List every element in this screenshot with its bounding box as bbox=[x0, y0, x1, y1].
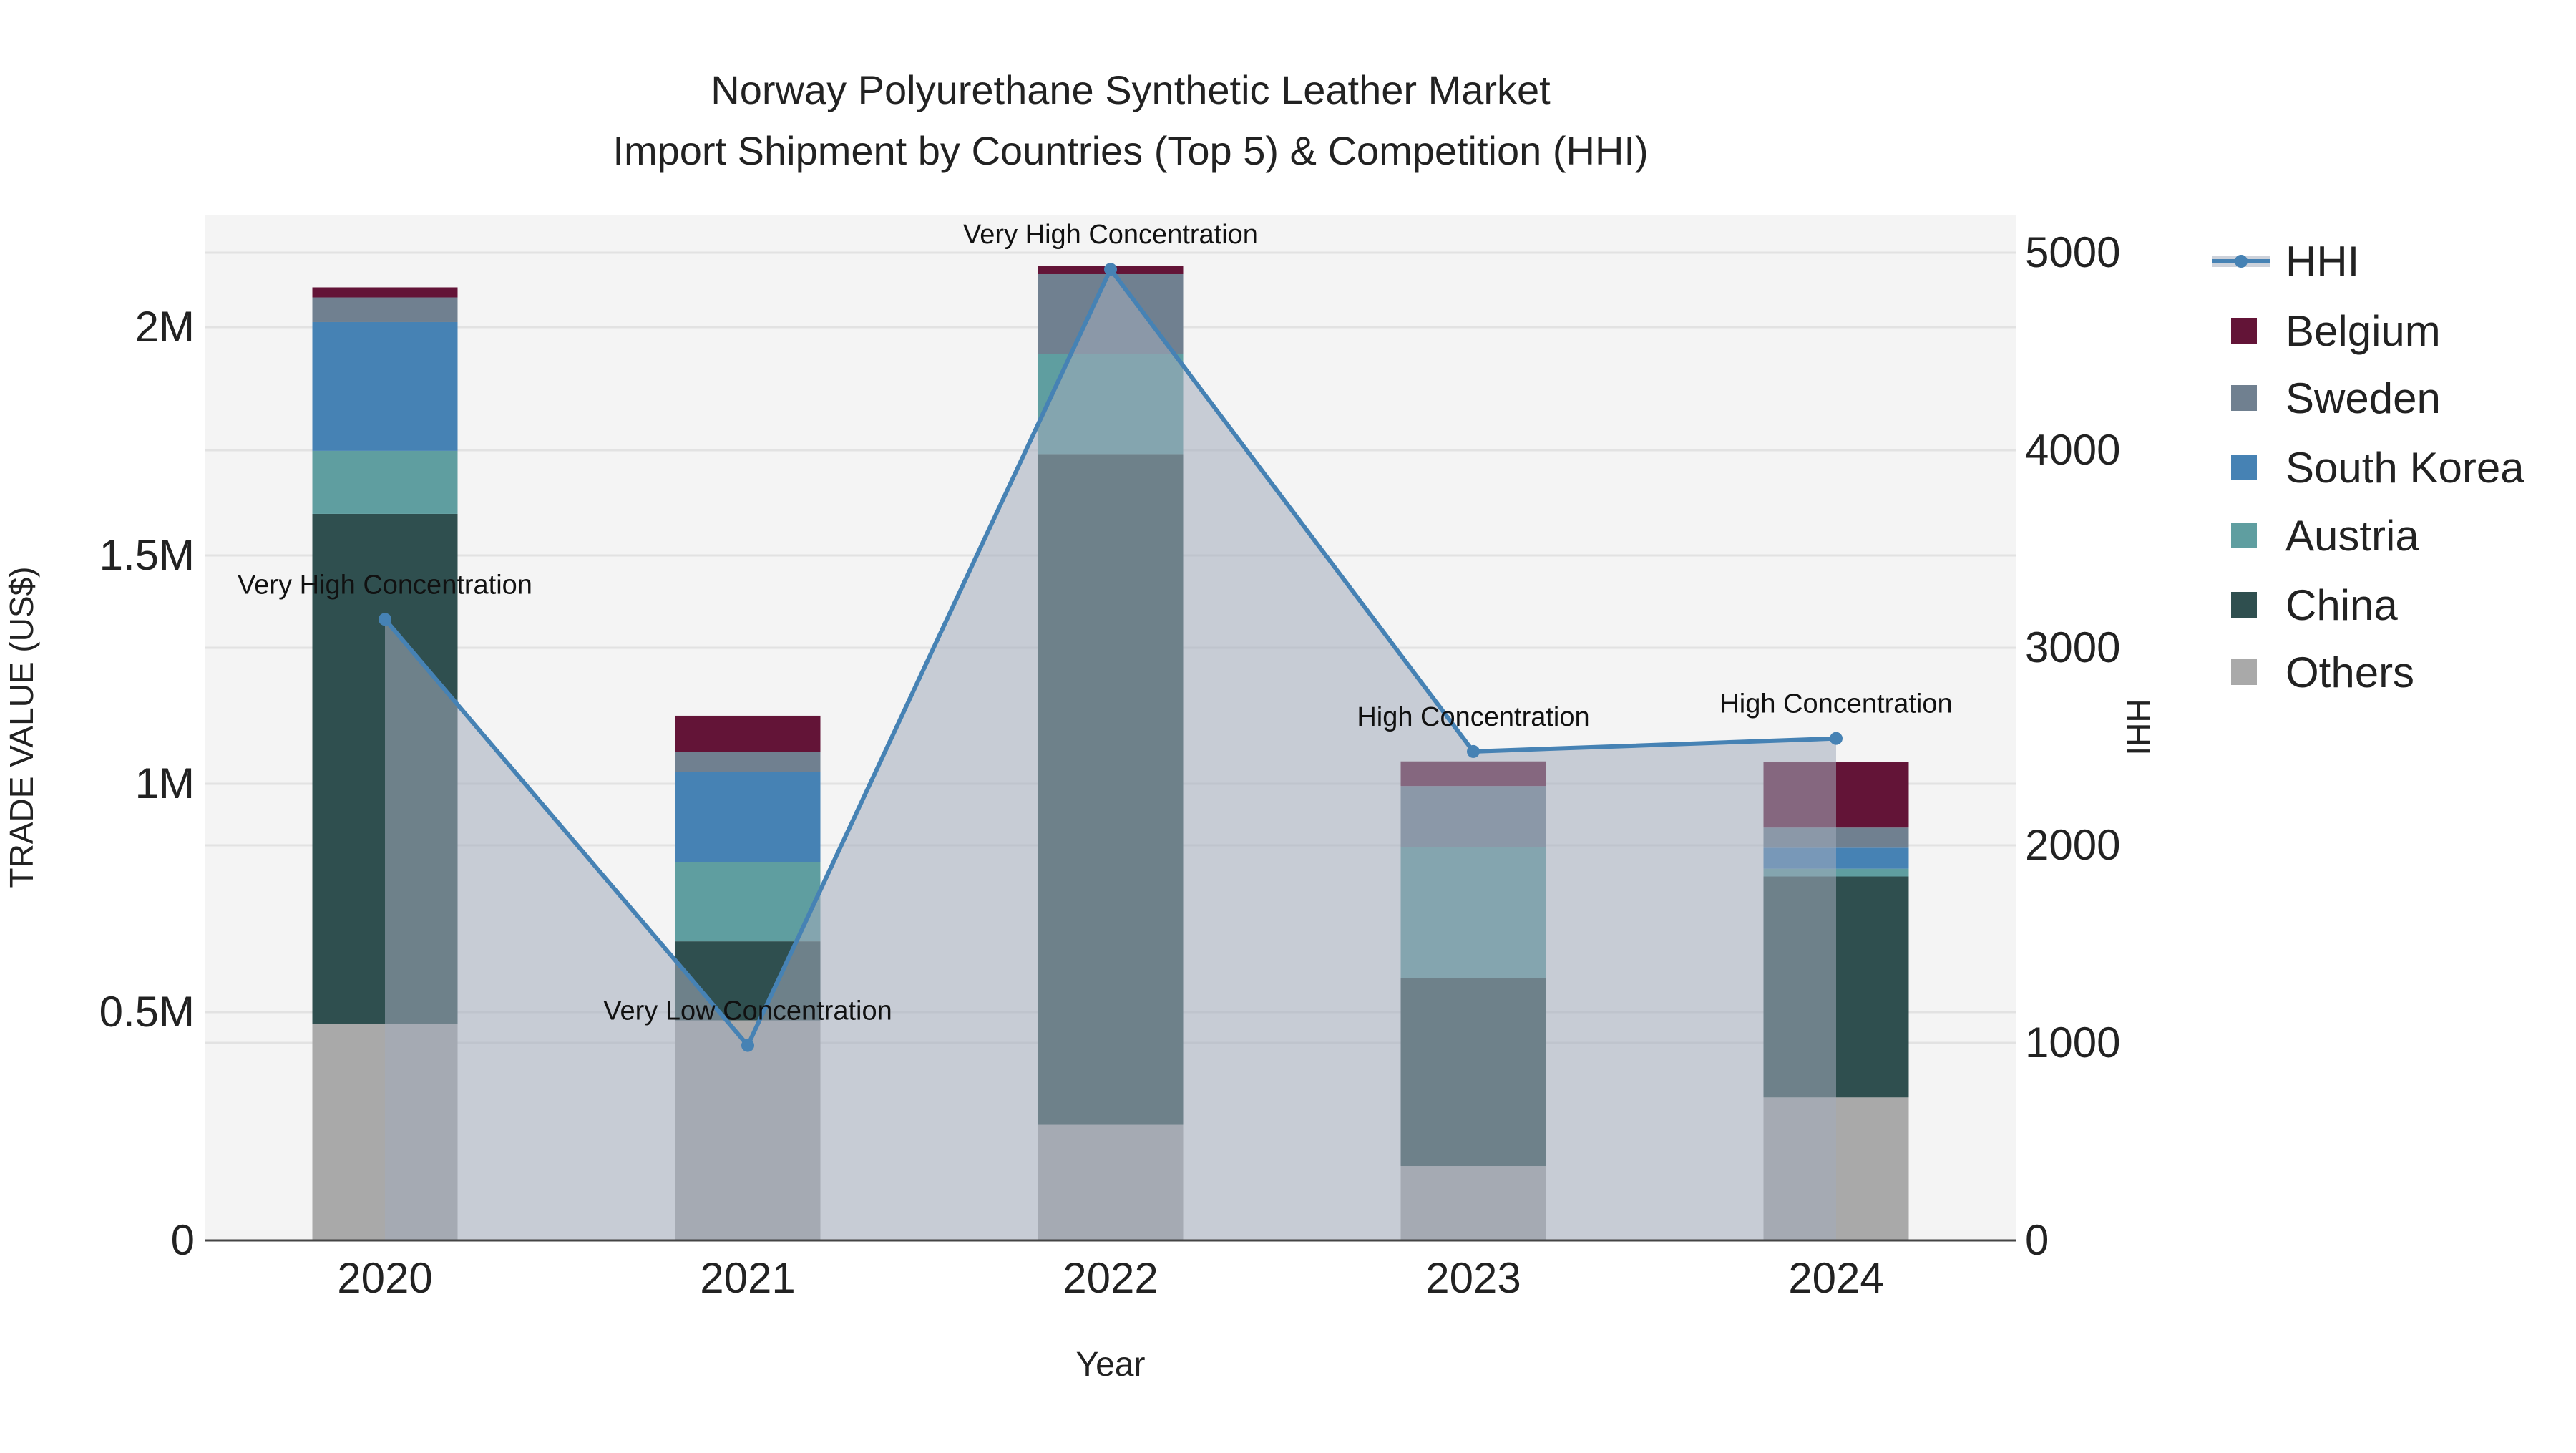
chart-title-line2: Import Shipment by Countries (Top 5) & C… bbox=[613, 128, 1648, 173]
legend-label: China bbox=[2285, 581, 2398, 629]
bar-austria bbox=[312, 450, 458, 514]
hhi-annotation: High Concentration bbox=[1719, 689, 1952, 719]
x-tick-label: 2024 bbox=[1788, 1254, 1883, 1302]
bar-belgium bbox=[312, 287, 458, 298]
legend-label: Belgium bbox=[2285, 307, 2441, 355]
bar-sweden bbox=[312, 297, 458, 322]
legend-swatch-belgium bbox=[2231, 318, 2257, 344]
y2-tick-label: 5000 bbox=[2025, 228, 2120, 276]
y-axis-title: TRADE VALUE (US$) bbox=[3, 566, 40, 888]
legend-swatch-china bbox=[2231, 592, 2257, 618]
legend-swatch-sweden bbox=[2231, 385, 2257, 411]
x-tick-label: 2022 bbox=[1063, 1254, 1158, 1302]
legend-label: Sweden bbox=[2285, 374, 2441, 422]
bar-sweden bbox=[675, 752, 821, 772]
legend-label: Austria bbox=[2285, 512, 2419, 560]
y2-tick-label: 0 bbox=[2025, 1216, 2049, 1264]
x-axis-title: Year bbox=[1076, 1346, 1146, 1384]
y2-tick-label: 4000 bbox=[2025, 426, 2120, 474]
y-tick-label: 1M bbox=[135, 759, 195, 807]
legend-label: HHI bbox=[2285, 238, 2359, 286]
y-tick-label: 1.5M bbox=[99, 531, 195, 579]
bar-austria bbox=[675, 862, 821, 942]
legend-swatch-south-korea bbox=[2231, 455, 2257, 480]
x-tick-label: 2021 bbox=[700, 1254, 795, 1302]
legend-swatch-austria bbox=[2231, 523, 2257, 548]
y2-tick-label: 3000 bbox=[2025, 623, 2120, 671]
y2-axis-title: HHI bbox=[2119, 699, 2157, 755]
legend-label: Others bbox=[2285, 648, 2414, 696]
bar-south-korea bbox=[675, 772, 821, 862]
hhi-trade-chart: 0 0.5M 1M 1.5M 2M 0 1000 2000 3000 4000 5000 2020 20… bbox=[3, 67, 2524, 1384]
hhi-point bbox=[741, 1039, 754, 1052]
hhi-point bbox=[1104, 263, 1117, 276]
y-tick-label: 2M bbox=[135, 303, 195, 351]
x-tick-label: 2023 bbox=[1425, 1254, 1521, 1302]
y2-tick-label: 1000 bbox=[2025, 1019, 2120, 1066]
legend-hhi-marker bbox=[2235, 255, 2248, 268]
y-tick-label: 0.5M bbox=[99, 988, 195, 1036]
hhi-point bbox=[1467, 744, 1480, 758]
x-tick-label: 2020 bbox=[337, 1254, 432, 1302]
legend-label: South Korea bbox=[2285, 444, 2524, 492]
hhi-point bbox=[1830, 732, 1843, 745]
hhi-annotation: Very Low Concentration bbox=[603, 996, 892, 1026]
hhi-point bbox=[379, 613, 391, 626]
legend-swatch-others bbox=[2231, 659, 2257, 685]
hhi-annotation: Very High Concentration bbox=[238, 570, 532, 600]
y-tick-label: 0 bbox=[171, 1216, 195, 1264]
hhi-annotation: Very High Concentration bbox=[963, 220, 1258, 250]
bar-belgium bbox=[675, 715, 821, 752]
y2-tick-label: 2000 bbox=[2025, 821, 2120, 869]
chart-title-line1: Norway Polyurethane Synthetic Leather Ma… bbox=[711, 67, 1551, 112]
bar-south-korea bbox=[312, 321, 458, 451]
hhi-annotation: High Concentration bbox=[1357, 702, 1589, 732]
